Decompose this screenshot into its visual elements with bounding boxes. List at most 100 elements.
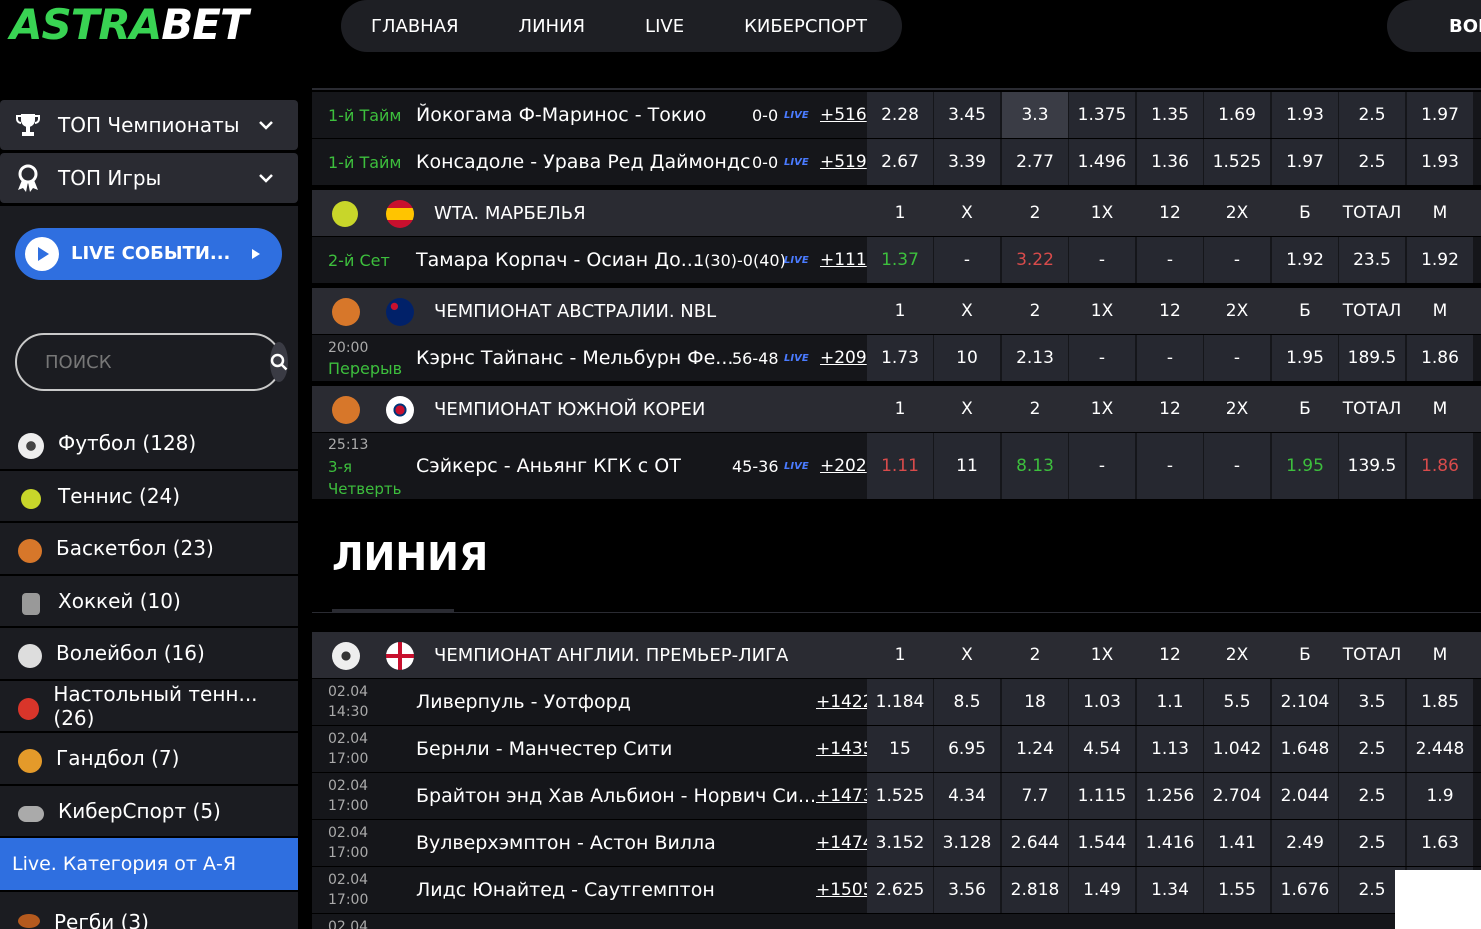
odd-cell[interactable]: 1.416 [1137, 820, 1203, 866]
event-row[interactable]: 1-й Тайм Йокогама Ф-Маринос - Токио 0-0 … [312, 92, 1481, 138]
league-header[interactable]: ЧЕМПИОНАТ ЮЖНОЙ КОРЕИ 1 X 2 1X 12 2X Б ТОТАЛ М [312, 386, 1481, 432]
odd-cell[interactable]: 1.95 [1272, 335, 1338, 381]
more-markets-link[interactable]: +1435 [816, 739, 874, 759]
sport-volleyball[interactable]: Волейбол (16) [0, 628, 298, 681]
odd-cell[interactable]: 2.13 [1002, 335, 1068, 381]
odd-cell[interactable]: 1.85 [1407, 679, 1473, 725]
odd-cell[interactable]: 11 [934, 433, 1000, 499]
odd-cell[interactable]: 1.042 [1204, 726, 1270, 772]
odd-cell[interactable]: 1.525 [867, 773, 933, 819]
search-button[interactable] [270, 342, 288, 382]
odd-cell[interactable]: 3.45 [934, 92, 1000, 138]
more-markets-link[interactable]: +1473 [816, 786, 874, 806]
odd-cell[interactable]: 1.69 [1204, 92, 1270, 138]
odd-cell[interactable]: 2.625 [867, 867, 933, 913]
odd-cell[interactable]: 3.152 [867, 820, 933, 866]
odd-cell[interactable]: 3.128 [934, 820, 1000, 866]
odd-cell[interactable]: 1.36 [1137, 139, 1203, 185]
odd-cell[interactable]: 1.37 [867, 237, 933, 283]
event-row[interactable]: 2-й Сет Тамара Корпач - Осиан До... 1(30… [312, 237, 1481, 283]
odd-cell[interactable]: 2.818 [1002, 867, 1068, 913]
more-markets-link[interactable]: +1422 [816, 692, 874, 712]
odd-cell[interactable]: 8.13 [1002, 433, 1068, 499]
odd-cell[interactable]: 7.7 [1002, 773, 1068, 819]
odd-cell[interactable]: 1.95 [1272, 433, 1338, 499]
astrabet-logo[interactable]: ASTRABET [10, 0, 249, 49]
odd-cell[interactable]: 2.644 [1002, 820, 1068, 866]
odd-cell[interactable]: 1.97 [1272, 139, 1338, 185]
odd-cell[interactable]: 1.92 [1272, 237, 1338, 283]
event-row[interactable]: 20:00 Перерыв Кэрнс Тайпанс - Мельбурн Ф… [312, 335, 1481, 381]
odd-cell[interactable]: 2.77 [1002, 139, 1068, 185]
odd-cell[interactable]: 1.184 [867, 679, 933, 725]
login-button[interactable]: ВОЙ [1387, 0, 1481, 52]
sport-basketball[interactable]: Баскетбол (23) [0, 523, 298, 576]
live-events-button[interactable]: LIVE СОБЫТИ... [15, 227, 282, 280]
odd-cell[interactable]: 3.56 [934, 867, 1000, 913]
odd-cell[interactable]: 23.5 [1339, 237, 1405, 283]
odd-cell[interactable]: 1.115 [1069, 773, 1135, 819]
odd-cell[interactable]: 1.86 [1407, 335, 1473, 381]
nav-line[interactable]: ЛИНИЯ [519, 16, 586, 37]
odd-cell[interactable]: 2.448 [1407, 726, 1473, 772]
odd-cell[interactable]: 2.5 [1339, 820, 1405, 866]
odd-cell[interactable]: 3.22 [1002, 237, 1068, 283]
odd-cell[interactable]: 2.49 [1272, 820, 1338, 866]
event-row[interactable]: 02.04 17:00 Бернли - Манчестер Сити +1435 15… [312, 726, 1481, 772]
event-teams[interactable]: Лидс Юнайтед - Саутгемптон [416, 879, 715, 901]
odd-cell[interactable]: 189.5 [1339, 335, 1405, 381]
search-input[interactable] [45, 351, 270, 373]
event-teams[interactable]: Вулверхэмптон - Астон Вилла [416, 832, 716, 854]
live-category-az[interactable]: Live. Категория от А-Я [0, 838, 298, 892]
odd-cell[interactable]: 1.544 [1069, 820, 1135, 866]
odd-cell[interactable]: 2.5 [1339, 139, 1405, 185]
nav-esports[interactable]: КИБЕРСПОРТ [744, 16, 867, 37]
event-row[interactable]: 02.04 17:00 Брайтон энд Хав Альбион - Норв… [312, 773, 1481, 819]
odd-cell[interactable]: 2.044 [1272, 773, 1338, 819]
odd-cell[interactable]: 1.496 [1069, 139, 1135, 185]
odd-cell[interactable]: 1.73 [867, 335, 933, 381]
odd-cell[interactable]: 4.54 [1069, 726, 1135, 772]
league-header[interactable]: ЧЕМПИОНАТ АВСТРАЛИИ. NBL 1 X 2 1X 12 2X Б ТОТАЛ… [312, 288, 1481, 334]
odd-cell[interactable]: 1.1 [1137, 679, 1203, 725]
odd-cell[interactable]: 1.13 [1137, 726, 1203, 772]
event-teams[interactable]: Брайтон энд Хав Альбион - Норвич Си... [416, 785, 816, 807]
top-games-menu[interactable]: ТОП Игры [0, 153, 298, 203]
odd-cell[interactable]: 1.97 [1407, 92, 1473, 138]
odd-cell[interactable]: 1.525 [1204, 139, 1270, 185]
odd-cell[interactable]: 1.34 [1137, 867, 1203, 913]
odd-cell[interactable]: 2.5 [1339, 92, 1405, 138]
odd-cell[interactable]: 1.93 [1272, 92, 1338, 138]
odd-cell[interactable]: 6.95 [934, 726, 1000, 772]
odd-cell[interactable]: 1.55 [1204, 867, 1270, 913]
sport-table-tennis[interactable]: Настольный тенн... (26) [0, 680, 298, 733]
sport-hockey[interactable]: Хоккей (10) [0, 575, 298, 628]
event-row[interactable]: 02.04 17:00 Лидс Юнайтед - Саутгемптон +150… [312, 867, 1481, 913]
odd-cell[interactable]: 18 [1002, 679, 1068, 725]
sport-rugby[interactable]: Регби (3) [0, 892, 298, 929]
odd-cell[interactable]: 2.104 [1272, 679, 1338, 725]
popup-corner[interactable] [1395, 870, 1481, 929]
odd-cell[interactable]: 1.676 [1272, 867, 1338, 913]
odd-cell[interactable]: 1.93 [1407, 139, 1473, 185]
league-header[interactable]: WTA. МАРБЕЛЬЯ 1 X 2 1X 12 2X Б ТОТАЛ М [312, 190, 1481, 236]
event-row[interactable]: 02.04 17:00 Вулверхэмптон - Астон Вилла +14… [312, 820, 1481, 866]
odd-cell[interactable]: 5.5 [1204, 679, 1270, 725]
odd-cell[interactable]: 1.86 [1407, 433, 1473, 499]
event-teams[interactable]: Бернли - Манчестер Сити [416, 738, 672, 760]
odd-cell[interactable]: 3.39 [934, 139, 1000, 185]
event-row[interactable]: 1-й Тайм Консадоле - Урава Ред Даймондс … [312, 139, 1481, 185]
sport-tennis[interactable]: Теннис (24) [0, 470, 298, 523]
sport-handball[interactable]: Гандбол (7) [0, 733, 298, 786]
odd-cell[interactable]: 2.67 [867, 139, 933, 185]
nav-live[interactable]: LIVE [645, 16, 684, 37]
odd-cell[interactable]: 8.5 [934, 679, 1000, 725]
odd-cell[interactable]: 1.41 [1204, 820, 1270, 866]
event-row[interactable]: 02.04 14:30 Ливерпуль - Уотфорд +1422 1.184 8… [312, 679, 1481, 725]
more-markets-link[interactable]: +1474 [816, 833, 874, 853]
odd-cell[interactable]: 2.28 [867, 92, 933, 138]
odd-cell[interactable]: 4.34 [934, 773, 1000, 819]
top-championships-menu[interactable]: ТОП Чемпионаты [0, 100, 298, 150]
event-row[interactable]: 25:13 3-я Четверть Сэйкерс - Аньянг КГК … [312, 433, 1481, 499]
odd-cell[interactable]: 1.375 [1069, 92, 1135, 138]
